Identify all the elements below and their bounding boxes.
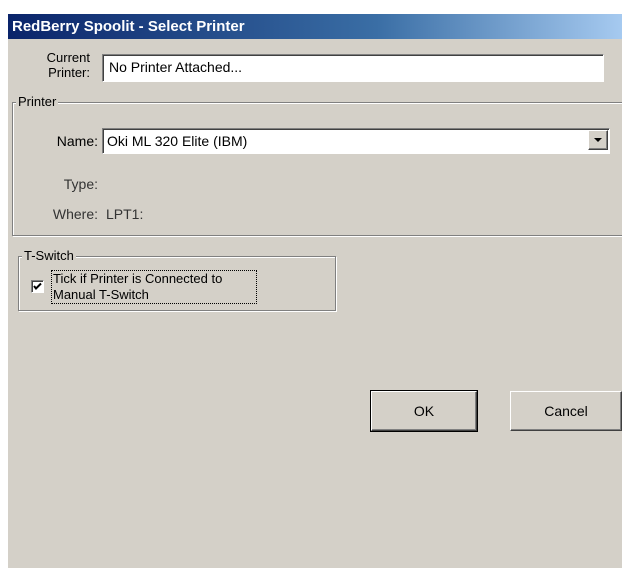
chevron-down-icon	[594, 138, 602, 142]
name-label: Name:	[56, 133, 98, 149]
where-value: LPT1:	[106, 206, 144, 222]
tswitch-label-line1: Tick if Printer is Connected to	[53, 271, 223, 286]
tswitch-checkbox[interactable]	[31, 280, 44, 293]
current-printer-label-line1: Current	[46, 50, 90, 65]
tswitch-group-title: T-Switch	[22, 248, 76, 263]
tswitch-checkbox-label[interactable]: Tick if Printer is Connected to Manual T…	[51, 270, 257, 304]
dropdown-button[interactable]	[588, 130, 608, 150]
ok-button[interactable]: OK	[370, 390, 478, 432]
printer-name-value: Oki ML 320 Elite (IBM)	[107, 133, 248, 149]
select-printer-dialog: RedBerry Spoolit - Select Printer Curren…	[8, 14, 622, 568]
cancel-button[interactable]: Cancel	[510, 391, 622, 431]
where-label: Where:	[52, 206, 98, 222]
printer-group	[12, 102, 622, 236]
title-bar[interactable]: RedBerry Spoolit - Select Printer	[8, 14, 622, 39]
printer-group-title: Printer	[16, 94, 59, 109]
type-label: Type:	[63, 176, 98, 192]
current-printer-value: No Printer Attached...	[109, 59, 243, 75]
check-icon	[33, 282, 42, 290]
current-printer-label-line2: Printer:	[48, 65, 90, 80]
printer-name-combobox[interactable]: Oki ML 320 Elite (IBM)	[102, 128, 610, 154]
current-printer-label: Current Printer:	[36, 50, 90, 80]
tswitch-label-line2: Manual T-Switch	[53, 287, 149, 302]
current-printer-field[interactable]: No Printer Attached...	[102, 54, 604, 82]
